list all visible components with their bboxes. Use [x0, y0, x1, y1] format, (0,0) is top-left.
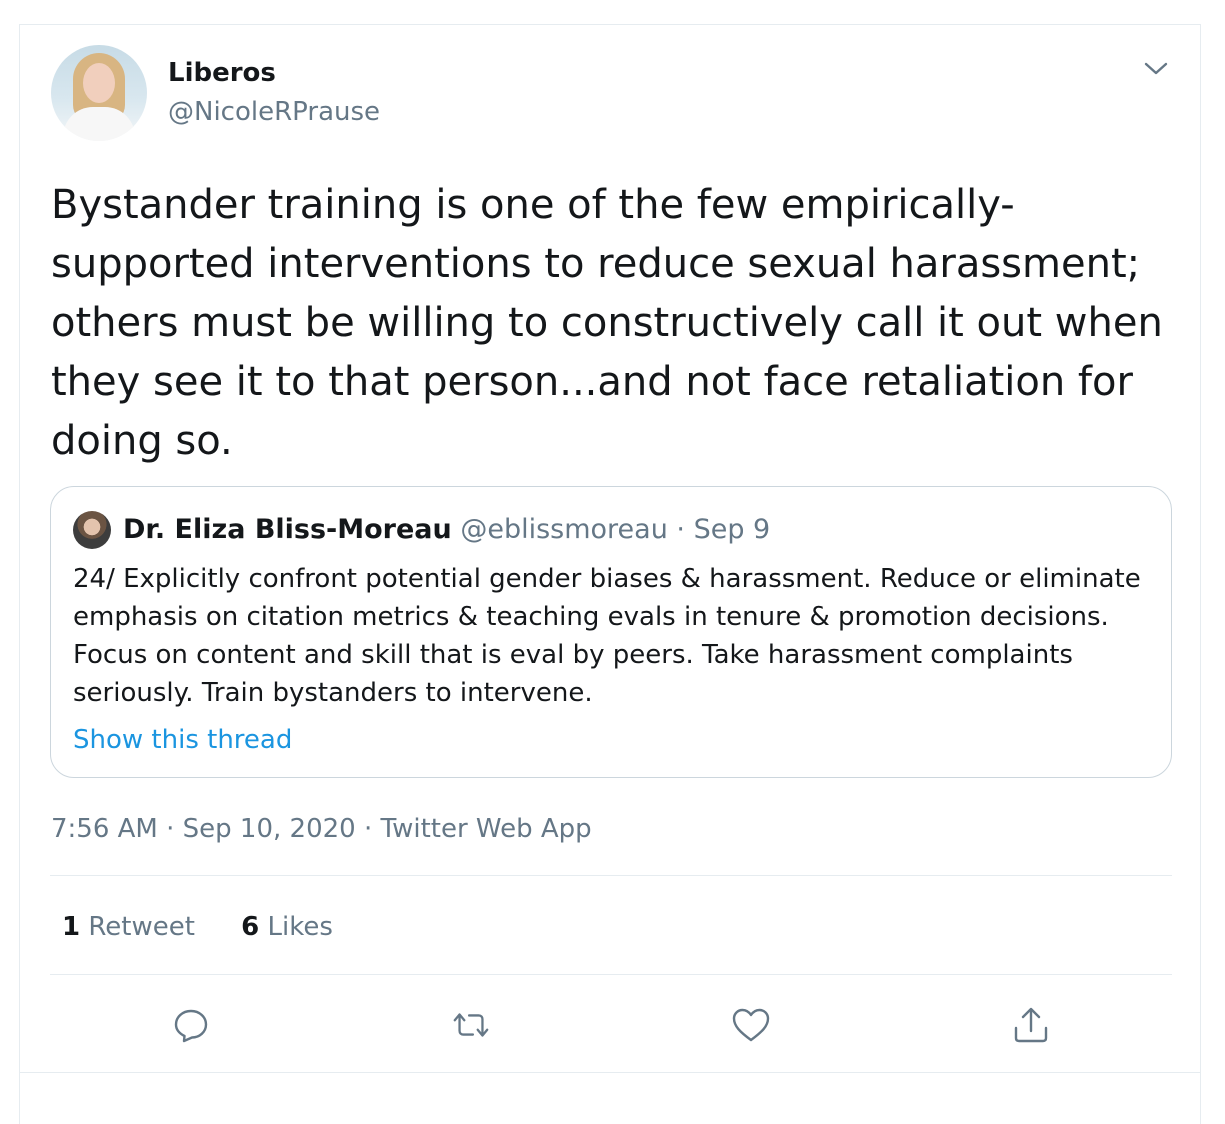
chevron-down-icon[interactable] — [1143, 56, 1169, 82]
quoted-tweet-text: 24/ Explicitly confront potential gender… — [73, 564, 1141, 708]
share-icon[interactable] — [1010, 1004, 1052, 1046]
author-display-name[interactable]: Liberos — [168, 55, 276, 91]
likes-stat[interactable]: 6 Likes — [241, 908, 333, 946]
divider — [50, 974, 1172, 975]
quoted-tweet[interactable]: Dr. Eliza Bliss-Moreau @eblissmoreau · S… — [50, 486, 1172, 778]
tweet-timestamp[interactable]: 7:56 AM · Sep 10, 2020 · Twitter Web App — [51, 810, 592, 848]
tweet-text: Bystander training is one of the few emp… — [51, 182, 1176, 464]
likes-count: 6 — [241, 912, 260, 942]
author-avatar[interactable] — [51, 45, 147, 141]
retweets-count: 1 — [62, 912, 81, 942]
avatar-face — [83, 63, 115, 103]
show-thread-link[interactable]: Show this thread — [73, 722, 292, 758]
likes-label: Likes — [267, 912, 333, 942]
retweet-icon[interactable] — [450, 1004, 492, 1046]
divider — [19, 1072, 1201, 1073]
retweets-label: Retweet — [88, 912, 195, 942]
quoted-tweet-header: Dr. Eliza Bliss-Moreau @eblissmoreau · S… — [123, 511, 770, 549]
reply-icon[interactable] — [170, 1004, 212, 1046]
tweet-stats: 1 Retweet 6 Likes — [62, 908, 333, 946]
author-handle[interactable]: @NicoleRPrause — [168, 94, 380, 130]
quoted-author-name: Dr. Eliza Bliss-Moreau — [123, 514, 452, 545]
divider — [50, 875, 1172, 876]
quoted-author-handle-date: @eblissmoreau · Sep 9 — [460, 514, 771, 545]
quoted-author-avatar — [73, 511, 111, 549]
retweets-stat[interactable]: 1 Retweet — [62, 908, 195, 946]
like-icon[interactable] — [730, 1004, 772, 1046]
